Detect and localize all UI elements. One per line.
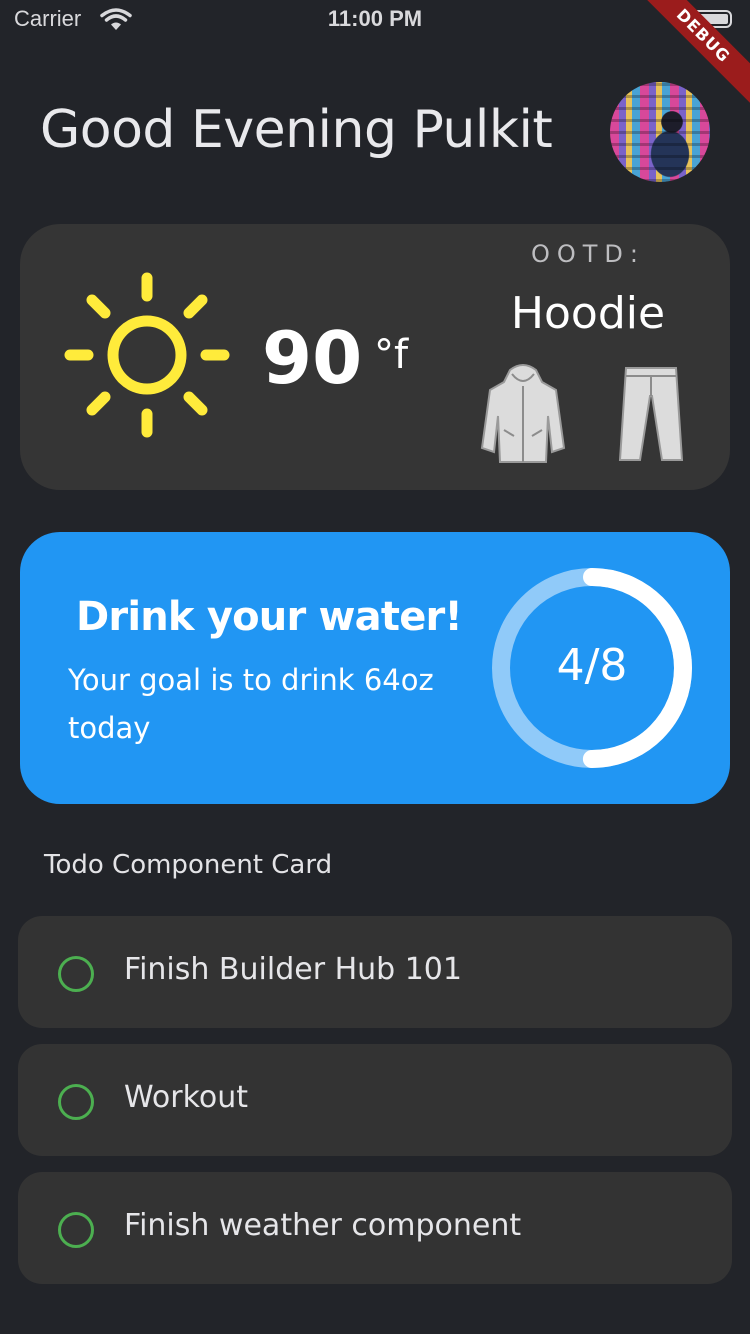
circle-check-icon[interactable]: [58, 1212, 94, 1248]
water-subtitle: Your goal is to drink 64oz today: [68, 663, 434, 745]
circle-check-icon[interactable]: [58, 956, 94, 992]
todo-heading: Todo Component Card: [44, 850, 333, 880]
todo-item[interactable]: Finish Builder Hub 101: [18, 916, 732, 1028]
greeting-title: Good Evening Pulkit: [40, 100, 553, 160]
todo-item[interactable]: Workout: [18, 1044, 732, 1156]
avatar[interactable]: [610, 82, 710, 182]
water-progress-text: 4/8: [556, 640, 628, 691]
status-bar: Carrier 11:00 PM DEBUG: [0, 0, 750, 114]
water-title: Drink your water!: [76, 594, 463, 640]
temperature-unit: °f: [374, 332, 409, 378]
todo-item[interactable]: Finish weather component: [18, 1172, 732, 1284]
hoodie-icon: [480, 360, 566, 470]
sun-icon: [62, 270, 232, 444]
circle-check-icon[interactable]: [58, 1084, 94, 1120]
ootd-value: Hoodie: [510, 288, 666, 339]
pants-icon: [616, 364, 686, 468]
todo-label: Finish weather component: [124, 1208, 522, 1243]
todo-label: Workout: [124, 1080, 249, 1115]
ootd-label: OOTD:: [530, 240, 645, 268]
temperature-value: 90: [262, 316, 363, 400]
todo-label: Finish Builder Hub 101: [124, 952, 462, 987]
status-time: 11:00 PM: [327, 6, 423, 31]
todo-list: Finish Builder Hub 101 Workout Finish we…: [18, 916, 732, 1300]
